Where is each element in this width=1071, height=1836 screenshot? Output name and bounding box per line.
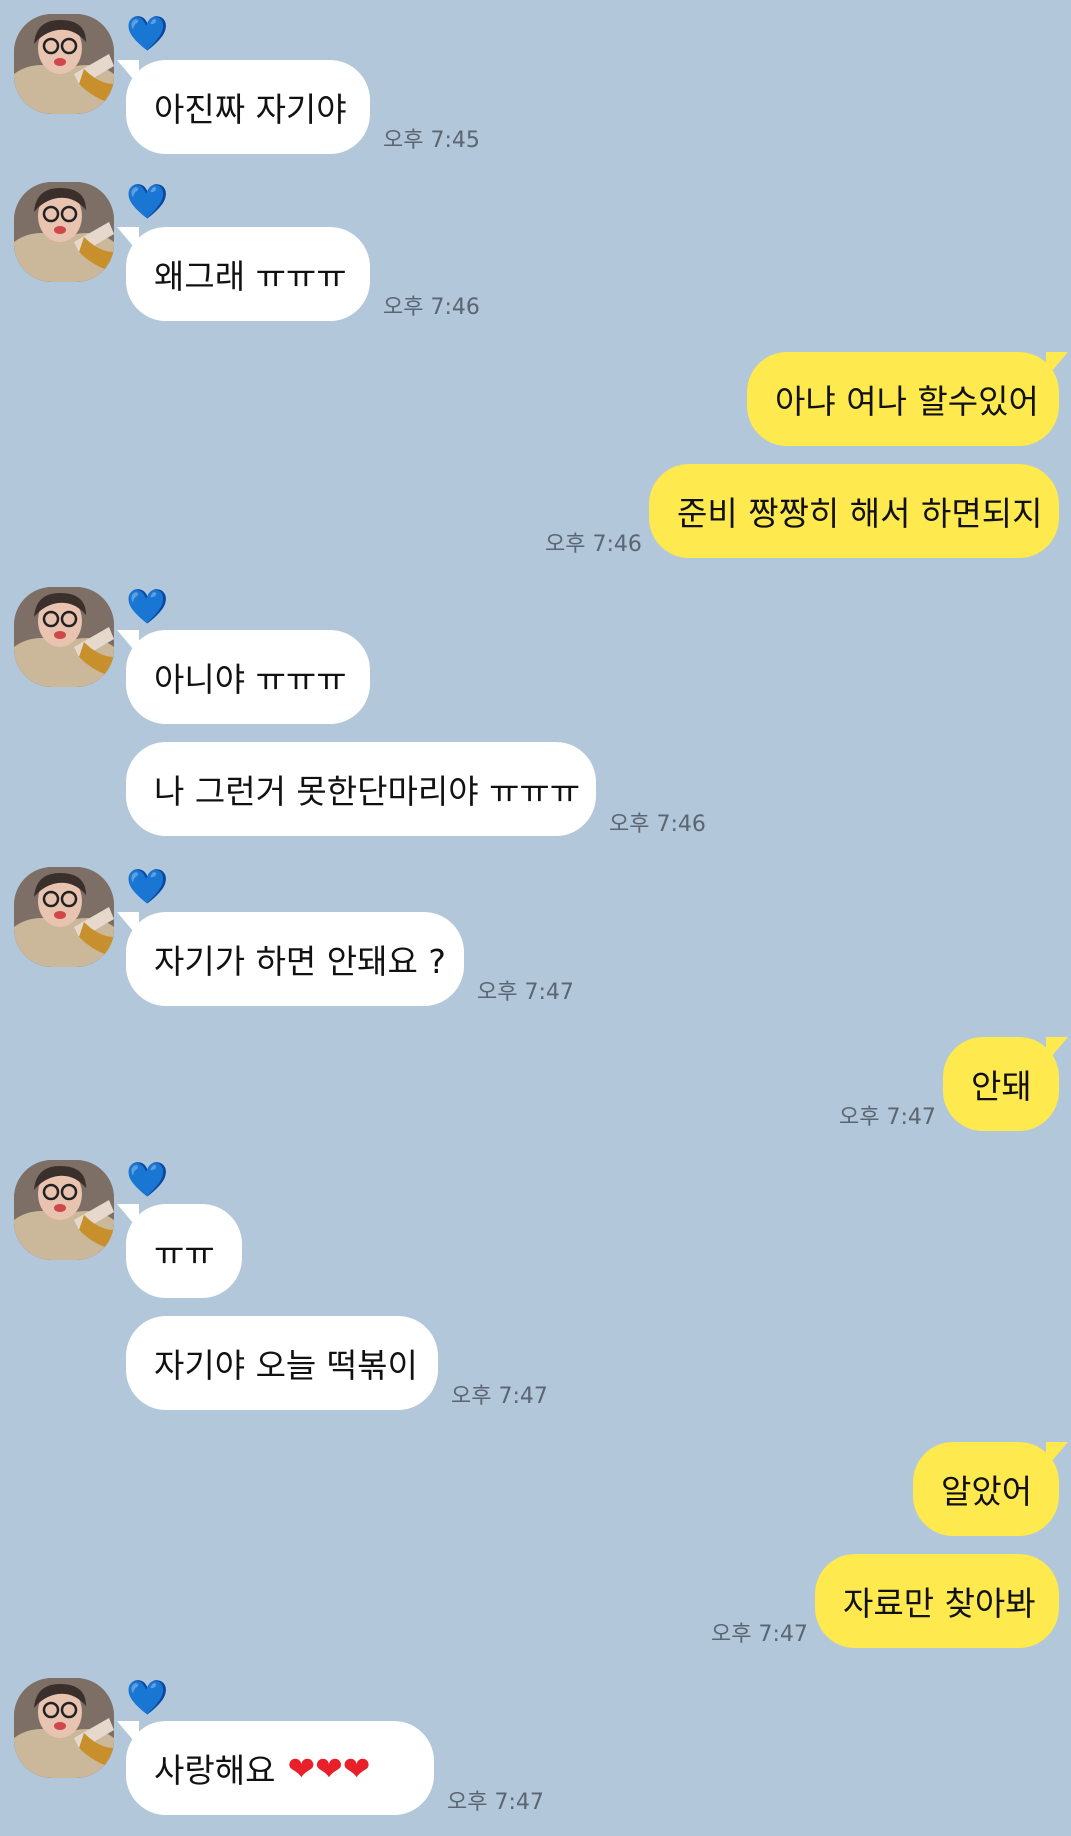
message-time: 오후 7:47 [451, 1384, 548, 1409]
bubble-tail [117, 60, 139, 86]
message-time: 오후 7:47 [447, 1790, 544, 1815]
message-text: 알았어 [941, 1472, 1033, 1511]
message-bubble[interactable]: 아냐 여나 할수있어 [747, 352, 1068, 446]
message-bubble[interactable]: 아니야 ㅠㅠㅠ [117, 630, 370, 724]
message-text: 나 그런거 못한단마리야 ㅠㅠㅠ [154, 772, 581, 811]
bubble-tail [117, 227, 139, 253]
message-bubble[interactable]: 나 그런거 못한단마리야 ㅠㅠㅠ [126, 742, 596, 836]
message-bubble[interactable]: 자료만 찾아봐 [815, 1554, 1059, 1648]
message-time: 오후 7:46 [545, 532, 642, 557]
message-text: 아냐 여나 할수있어 [775, 382, 1039, 421]
sender-name: 💙 [126, 867, 169, 907]
message-text: 자기가 하면 안돼요 ? [154, 942, 446, 981]
profile-photo-icon [14, 867, 114, 967]
message-text: 안돼 [971, 1067, 1032, 1106]
avatar[interactable] [14, 182, 114, 282]
message-time: 오후 7:46 [609, 812, 706, 837]
sender-name: 💙 [126, 14, 169, 54]
sender-name: 💙 [126, 182, 169, 222]
bubble-tail [117, 630, 139, 656]
message-bubble[interactable]: 아진짜 자기야 [117, 60, 370, 154]
bubble-tail [1046, 1037, 1068, 1063]
bubble-tail [117, 912, 139, 938]
bubble-tail [1046, 1442, 1068, 1468]
message-text: 준비 짱짱히 해서 하면되지 [677, 494, 1043, 533]
message-bubble[interactable]: 준비 짱짱히 해서 하면되지 [649, 464, 1059, 558]
message-time: 오후 7:46 [383, 295, 480, 320]
message-bubble[interactable]: 알았어 [913, 1442, 1068, 1536]
heart-emoji: ❤❤❤ [287, 1748, 371, 1788]
profile-photo-icon [14, 14, 114, 114]
avatar[interactable] [14, 1678, 114, 1778]
message-bubble[interactable]: 왜그래 ㅠㅠㅠ [117, 227, 370, 321]
sender-name: 💙 [126, 587, 169, 627]
profile-photo-icon [14, 1160, 114, 1260]
avatar[interactable] [14, 14, 114, 114]
message-text: ㅠㅠ [154, 1234, 215, 1273]
message-text: 자료만 찾아봐 [843, 1584, 1036, 1623]
avatar[interactable] [14, 587, 114, 687]
message-bubble[interactable]: 자기가 하면 안돼요 ? [117, 912, 464, 1006]
message-text: 자기야 오늘 떡볶이 [154, 1346, 418, 1385]
sender-name: 💙 [126, 1160, 169, 1200]
message-bubble[interactable]: 사랑해요 ❤❤❤ [117, 1721, 434, 1815]
message-text: 아진짜 자기야 [154, 90, 347, 129]
profile-photo-icon [14, 182, 114, 282]
message-bubble[interactable]: 안돼 [943, 1037, 1068, 1131]
bubble-tail [117, 1204, 139, 1230]
message-text: 왜그래 ㅠㅠㅠ [154, 257, 347, 296]
message-bubble[interactable]: 자기야 오늘 떡볶이 [126, 1316, 438, 1410]
message-text: 아니야 ㅠㅠㅠ [154, 660, 347, 699]
message-time: 오후 7:45 [383, 128, 480, 153]
bubble-tail [117, 1721, 139, 1747]
message-time: 오후 7:47 [711, 1622, 808, 1647]
sender-name: 💙 [126, 1678, 169, 1718]
profile-photo-icon [14, 587, 114, 687]
message-bubble[interactable]: ㅠㅠ [117, 1204, 242, 1298]
bubble-tail [1046, 352, 1068, 378]
message-text: 사랑해요 [154, 1751, 276, 1790]
message-time: 오후 7:47 [477, 980, 574, 1005]
avatar[interactable] [14, 867, 114, 967]
message-time: 오후 7:47 [839, 1105, 936, 1130]
avatar[interactable] [14, 1160, 114, 1260]
profile-photo-icon [14, 1678, 114, 1778]
